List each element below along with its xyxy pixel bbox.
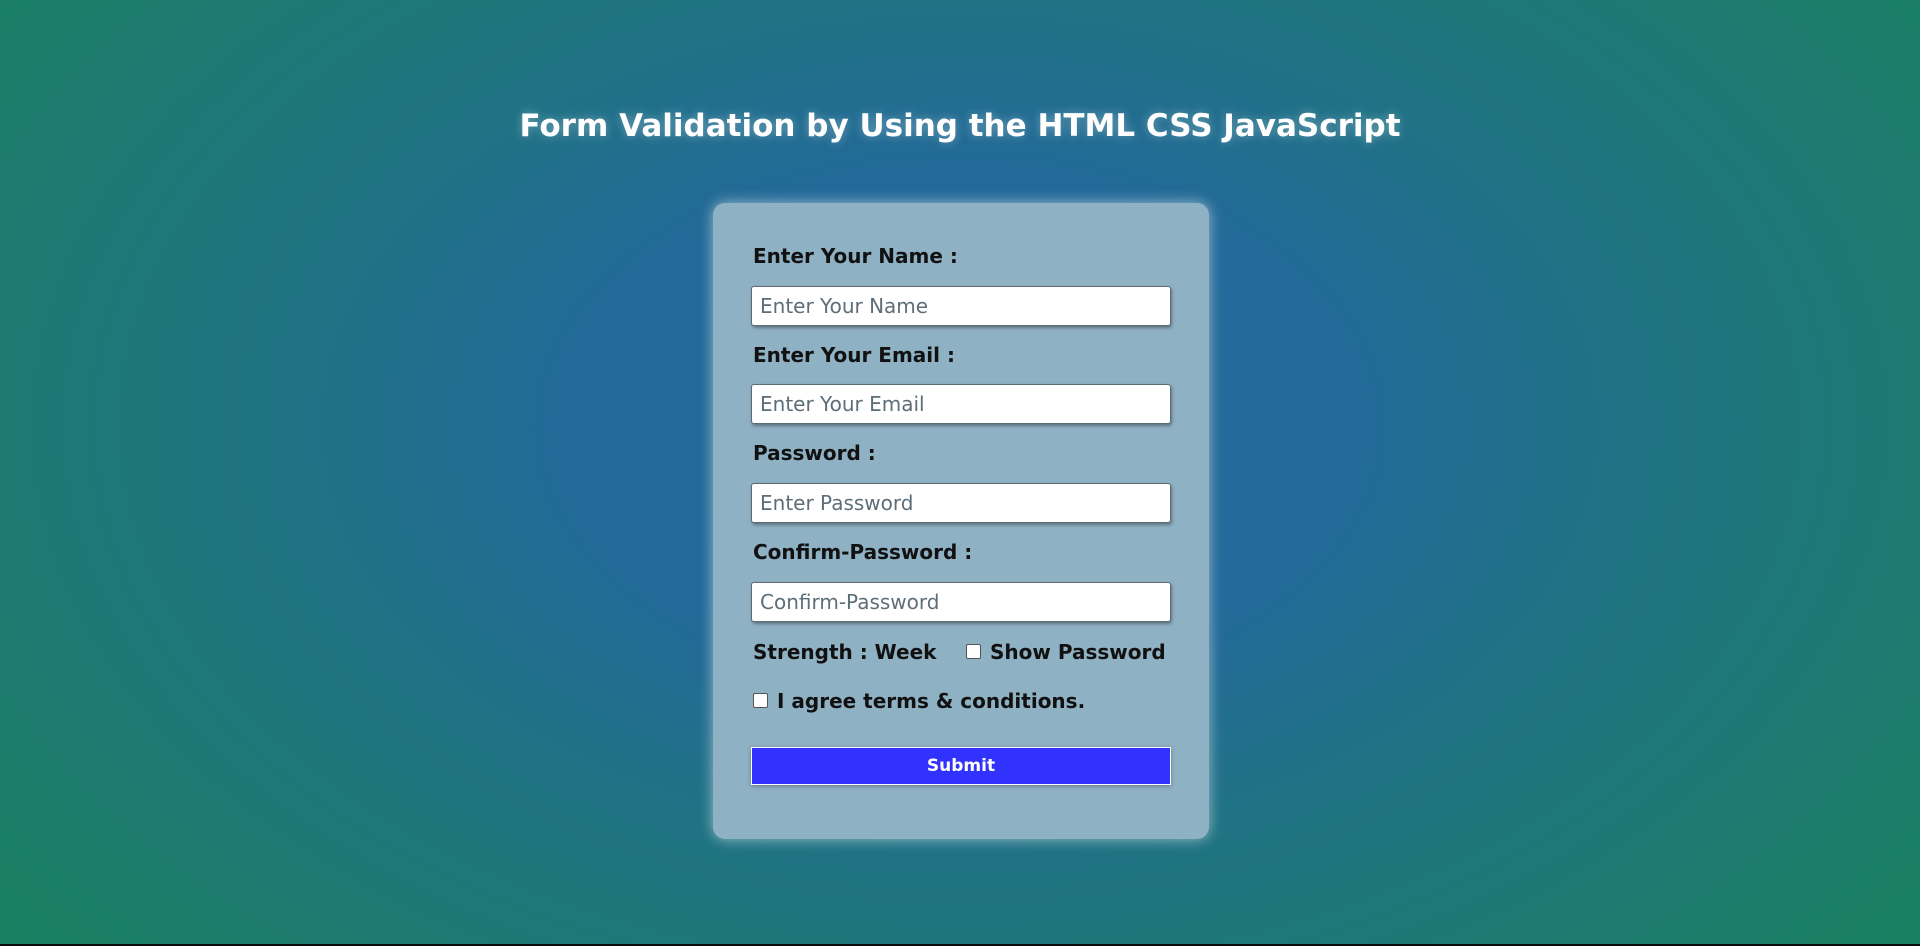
terms-label[interactable]: I agree terms & conditions. [777,689,1085,713]
email-input[interactable] [751,384,1171,424]
name-label: Enter Your Name : [753,244,958,268]
terms-checkbox[interactable] [753,693,768,708]
name-input[interactable] [751,286,1171,326]
confirm-password-label: Confirm-Password : [753,540,973,564]
show-password-checkbox[interactable] [966,644,981,659]
confirm-password-input[interactable] [751,582,1171,622]
password-strength-text: Strength : Week [753,640,937,664]
password-input[interactable] [751,483,1171,523]
email-label: Enter Your Email : [753,343,955,367]
show-password-label[interactable]: Show Password [990,640,1166,664]
page-title: Form Validation by Using the HTML CSS Ja… [519,108,1401,144]
validation-form: Enter Your Name : Enter Your Email : Pas… [713,203,1209,839]
submit-button[interactable]: Submit [751,747,1171,785]
password-label: Password : [753,441,876,465]
